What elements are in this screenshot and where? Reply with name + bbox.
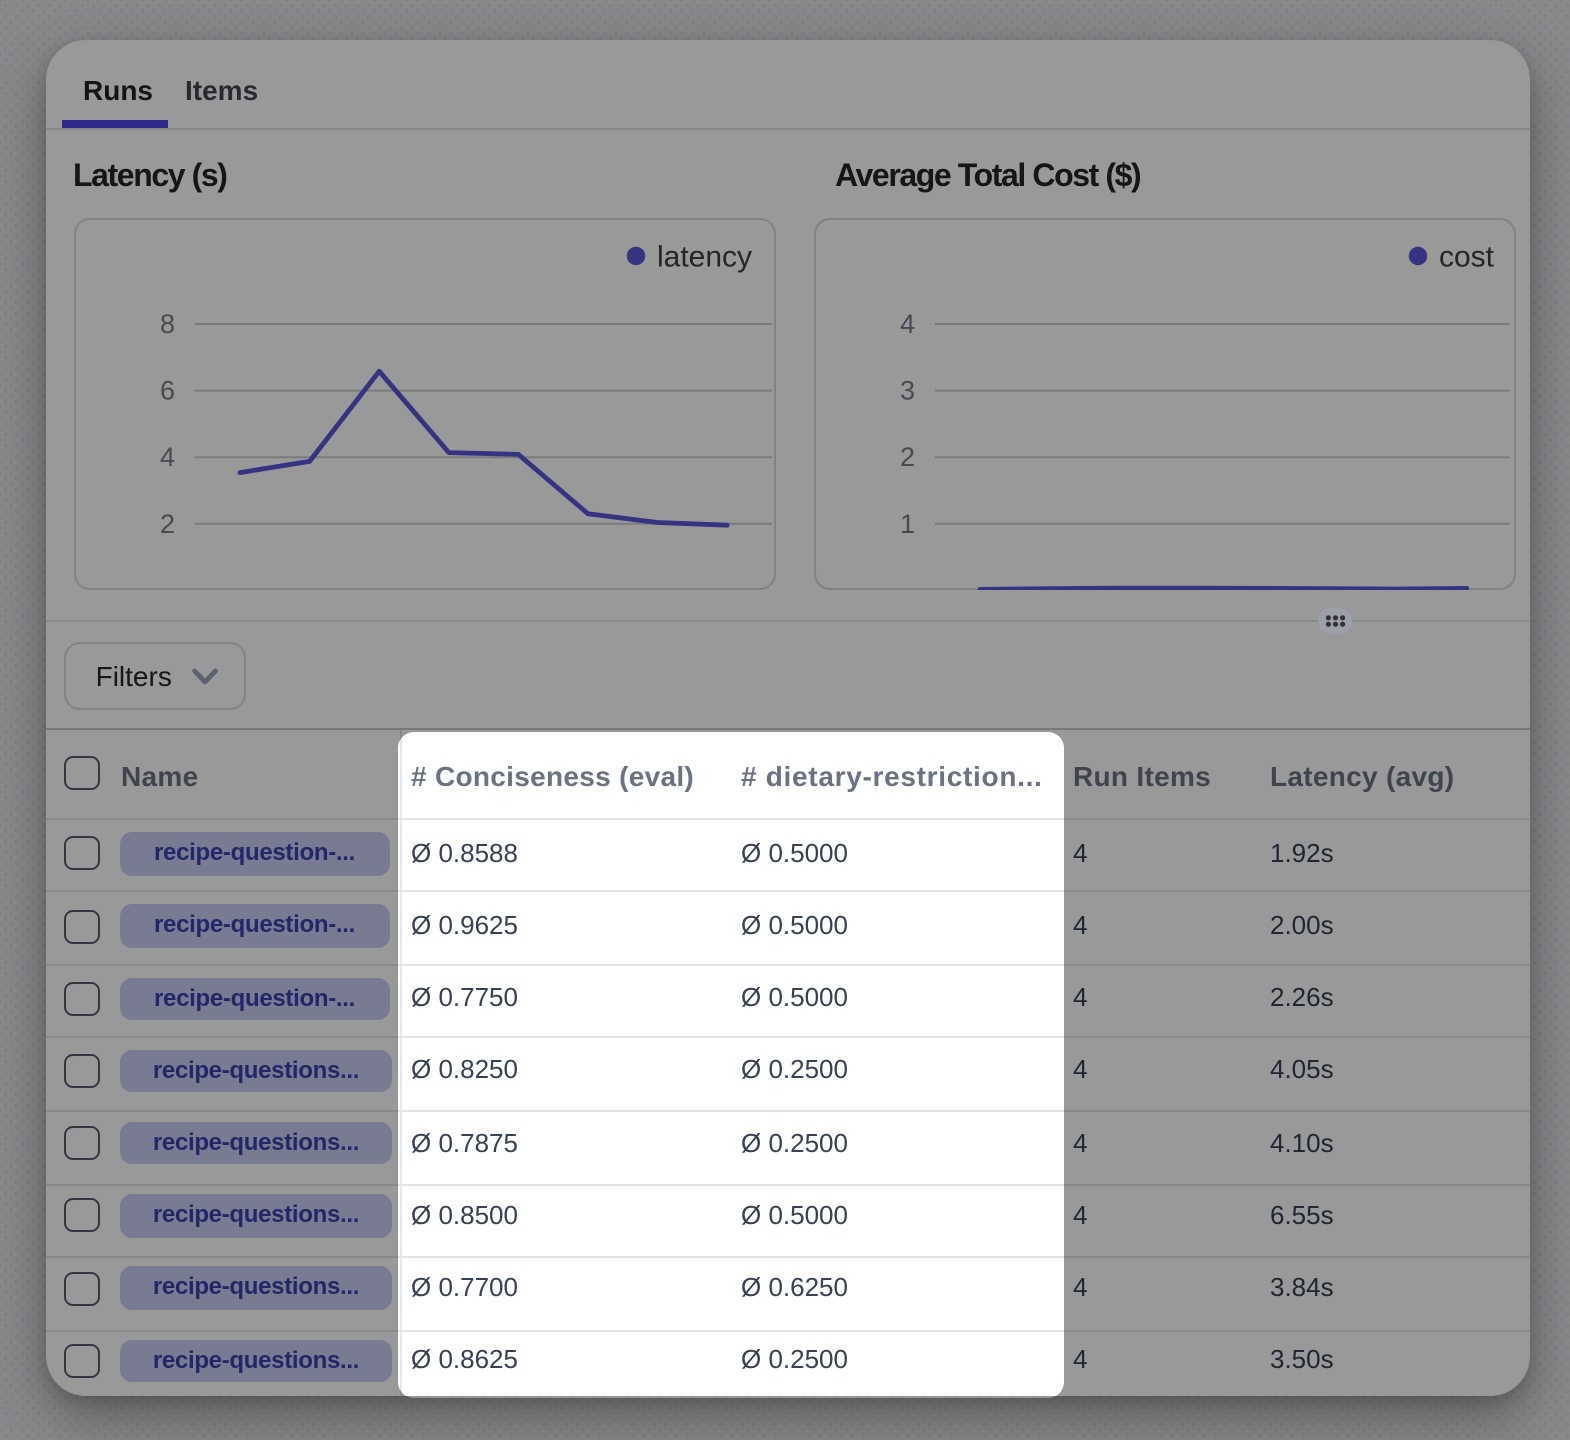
svg-text:4: 4 xyxy=(159,441,174,471)
svg-text:8: 8 xyxy=(159,308,174,338)
svg-text:1: 1 xyxy=(899,508,914,538)
svg-text:4: 4 xyxy=(899,308,914,338)
svg-text:cost: cost xyxy=(1438,240,1494,273)
svg-text:2: 2 xyxy=(159,508,174,538)
svg-text:6: 6 xyxy=(159,375,174,405)
svg-text:2: 2 xyxy=(899,441,914,471)
svg-text:3: 3 xyxy=(899,375,914,405)
svg-text:latency: latency xyxy=(656,240,751,273)
